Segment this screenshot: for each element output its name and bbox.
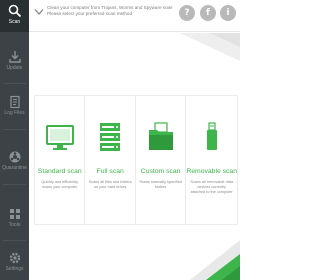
standard-scan-description: Quickly and efficiently scans your compu… <box>41 180 79 189</box>
monitor-icon <box>45 125 74 150</box>
gear-icon <box>9 252 20 264</box>
removable-scan-title: Removable scan <box>186 168 237 175</box>
sidebar-item-update[interactable]: Update <box>0 46 29 78</box>
sidebar-item-label: Settings <box>5 266 24 272</box>
custom-scan-title: Custom scan <box>140 168 181 175</box>
sidebar-divider <box>3 240 26 241</box>
facebook-button[interactable]: f <box>200 5 216 21</box>
header-message: Clean your computer from Trojans, Worms … <box>47 5 173 16</box>
sidebar-item-label: Update <box>6 65 23 71</box>
log-files-icon <box>9 95 20 109</box>
sidebar-divider <box>3 184 26 185</box>
header: Clean your computer from Trojans, Worms … <box>29 0 240 32</box>
hard-drives-icon <box>100 123 121 151</box>
sidebar-item-label: Log Files <box>4 110 25 116</box>
full-scan-card[interactable]: Full scan Scans all files and folders on… <box>85 96 136 224</box>
quarantine-icon <box>9 151 20 163</box>
chevron-down-icon[interactable] <box>34 8 44 16</box>
tools-icon <box>9 209 20 219</box>
sidebar-item-label: Scan <box>8 19 21 25</box>
sidebar: Scan Update Log Files Quarantine Tools S… <box>0 0 29 280</box>
removable-scan-description: Scans all removable data devices current… <box>190 180 233 194</box>
main-panel: Standard scan Quickly and efficiently sc… <box>29 33 240 280</box>
decorative-corner <box>180 33 240 61</box>
full-scan-title: Full scan <box>96 168 124 175</box>
download-icon <box>8 51 21 63</box>
decorative-corner <box>190 240 240 280</box>
help-button[interactable]: ? <box>179 5 195 21</box>
sidebar-item-quarantine[interactable]: Quarantine <box>0 146 29 178</box>
sidebar-divider <box>3 129 26 130</box>
standard-scan-title: Standard scan <box>37 168 82 175</box>
full-scan-description: Scans all files and folders on your hard… <box>88 180 132 189</box>
sidebar-item-log-files[interactable]: Log Files <box>0 91 29 123</box>
scan-options: Standard scan Quickly and efficiently sc… <box>34 95 238 225</box>
custom-scan-description: Scans manually specified folders <box>139 180 183 189</box>
info-button[interactable]: i <box>220 5 236 21</box>
sidebar-item-label: Tools <box>8 222 21 228</box>
sidebar-item-scan[interactable]: Scan <box>0 0 29 32</box>
custom-scan-card[interactable]: Custom scan Scans manually specified fol… <box>136 96 187 224</box>
sidebar-divider <box>3 83 26 84</box>
removable-scan-card[interactable]: Removable scan Scans all removable data … <box>186 96 237 224</box>
standard-scan-card[interactable]: Standard scan Quickly and efficiently sc… <box>35 96 86 224</box>
search-icon <box>8 4 21 18</box>
usb-drive-icon <box>206 122 217 150</box>
sidebar-item-tools[interactable]: Tools <box>0 203 29 235</box>
sidebar-item-label: Quarantine <box>2 165 27 171</box>
folder-icon <box>148 122 173 150</box>
sidebar-item-settings[interactable]: Settings <box>0 247 29 279</box>
